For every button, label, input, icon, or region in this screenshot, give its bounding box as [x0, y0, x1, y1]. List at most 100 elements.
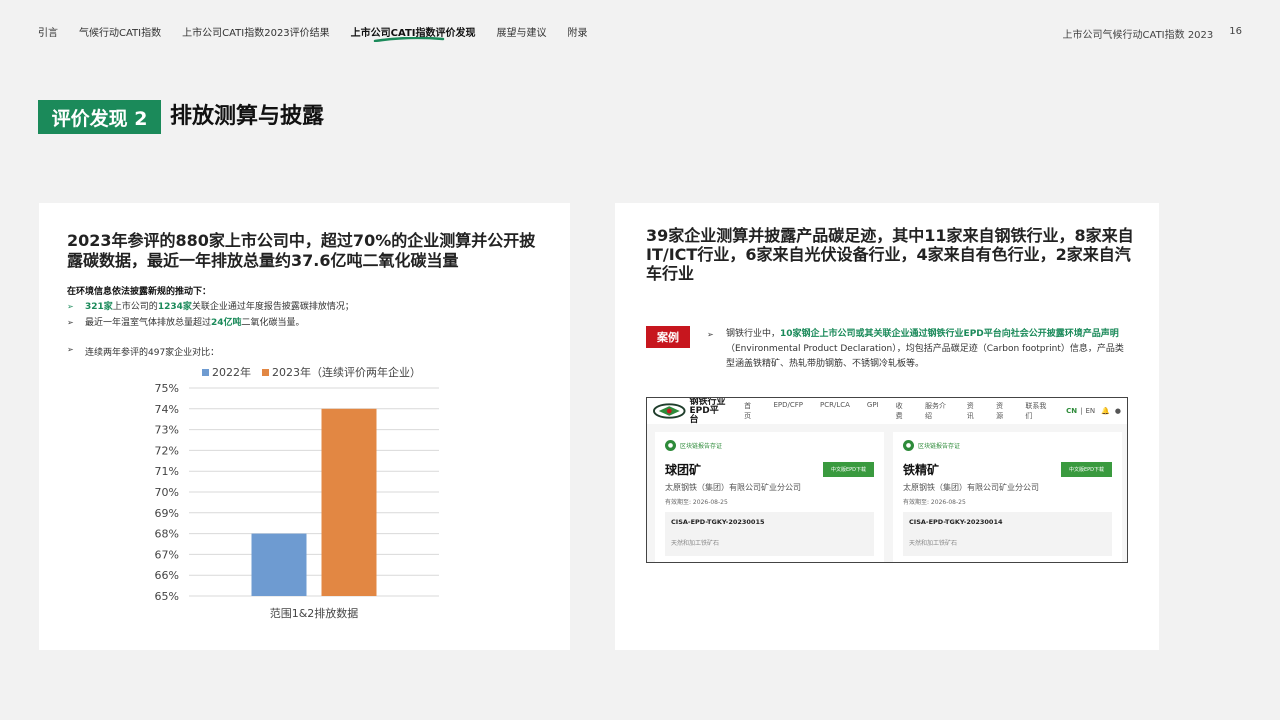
user-icon[interactable]: ● [1115, 407, 1121, 415]
epd-menu-item[interactable]: 资源 [996, 401, 1008, 421]
epd-lang-switch: CN | EN [1066, 407, 1095, 415]
case-tail: （Environmental Product Declaration），均包括产… [726, 344, 1124, 369]
epd-icons: 🔔 ● [1101, 407, 1121, 415]
epd-logo-icon [653, 403, 686, 419]
lang-cn[interactable]: CN [1066, 407, 1077, 415]
y-tick-label: 69% [155, 507, 179, 520]
epd-menu-item[interactable]: 资讯 [967, 401, 979, 421]
nav-item-appendix[interactable]: 附录 [568, 24, 588, 39]
bullet-text: 最近一年温室气体排放总量超过 [85, 318, 212, 328]
epd-menu-item[interactable]: PCR/LCA [820, 401, 850, 421]
card-head: 铁精矿 中文版EPD下载 [903, 461, 1112, 478]
legend-label: 2022年 [212, 365, 251, 379]
y-tick-label: 68% [155, 528, 179, 541]
chain-badge: ● 区块链报告存证 [665, 440, 874, 451]
product-type: 天然和加工铁矿石 [671, 540, 720, 547]
epd-code: CISA-EPD-TGKY-20230015 [671, 518, 765, 526]
bar [321, 408, 377, 596]
epd-menu-item[interactable]: 联系我们 [1025, 401, 1050, 421]
bell-icon[interactable]: 🔔 [1101, 407, 1110, 415]
chain-icon: ● [665, 440, 676, 451]
company-name: 太原钢铁（集团）有限公司矿业分公司 [903, 483, 1039, 492]
legend-swatch [202, 369, 209, 376]
chain-label: 区块链报告存证 [918, 443, 961, 450]
valid-until: 有效期至: 2026-08-25 [903, 499, 966, 506]
lang-en[interactable]: EN [1086, 407, 1096, 415]
epd-menu-item[interactable]: EPD/CFP [773, 401, 803, 421]
epd-menu-item[interactable]: GPI [867, 401, 879, 421]
page-title: 排放测算与披露 [170, 104, 325, 129]
epd-logo-line2: EPD平台 [689, 405, 719, 425]
y-tick-label: 70% [155, 486, 179, 499]
legend-label: 2023年（连续评价两年企业） [272, 365, 421, 379]
y-tick-label: 72% [155, 444, 179, 457]
section-badge: 评价发现 2 [38, 100, 161, 134]
y-tick-label: 71% [155, 465, 179, 478]
bullet-text: 关联企业通过年度报告披露碳排放情况； [191, 302, 354, 312]
x-category-label: 范围1&2排放数据 [270, 606, 359, 620]
company-count: 321家 [85, 302, 113, 312]
report-title: 上市公司气候行动CATI指数 2023 [1062, 30, 1214, 41]
y-tick-label: 65% [155, 590, 179, 603]
emission-total: 24亿吨 [211, 318, 242, 328]
arrow-icon: ➢ [67, 318, 74, 327]
epd-menu-item[interactable]: 首页 [744, 401, 756, 421]
epd-menu-item[interactable]: 收费 [896, 401, 908, 421]
legend-swatch [262, 369, 269, 376]
nav-item-cati-index[interactable]: 气候行动CATI指数 [79, 24, 161, 39]
right-headline: 39家企业测算并披露产品碳足迹，其中11家来自钢铁行业，8家来自IT/ICT行业… [646, 226, 1134, 283]
compare-label: ➢ 连续两年参评的497家企业对比： [67, 345, 219, 358]
code-box: CISA-EPD-TGKY-20230014 天然和加工铁矿石 [903, 512, 1112, 556]
case-text: ➢ 钢铁行业中，10家钢企上市公司或其关联企业通过钢铁行业EPD平台向社会公开披… [707, 327, 1129, 372]
y-tick-label: 73% [155, 424, 179, 437]
bar [251, 533, 307, 596]
y-tick-label: 74% [155, 403, 179, 416]
compare-text: 连续两年参评的497家企业对比： [85, 348, 220, 358]
epd-menu-item[interactable]: 服务介绍 [925, 401, 950, 421]
epd-platform-screenshot: 钢铁行业 EPD平台 首页 EPD/CFP PCR/LCA GPI 收费 服务介… [646, 397, 1128, 563]
bullet-list: ➢ 321家 上市公司的 1234家 关联企业通过年度报告披露碳排放情况； ➢ … [67, 299, 354, 331]
epd-navbar: 钢铁行业 EPD平台 首页 EPD/CFP PCR/LCA GPI 收费 服务介… [647, 398, 1127, 424]
chain-icon: ● [903, 440, 914, 451]
epd-card: ● 区块链报告存证 球团矿 中文版EPD下载 太原钢铁（集团）有限公司矿业分公司 … [655, 432, 884, 562]
case-body: 钢铁行业中，10家钢企上市公司或其关联企业通过钢铁行业EPD平台向社会公开披露环… [726, 327, 1129, 372]
active-underline [373, 37, 444, 42]
bullet-item: ➢ 最近一年温室气体排放总量超过 24亿吨 二氧化碳当量。 [67, 315, 354, 331]
download-epd-button[interactable]: 中文版EPD下载 [822, 462, 874, 477]
code-box: CISA-EPD-TGKY-20230015 天然和加工铁矿石 [665, 512, 874, 556]
arrow-icon: ➢ [67, 345, 74, 354]
arrow-icon: ➢ [67, 302, 74, 311]
epd-code: CISA-EPD-TGKY-20230014 [909, 518, 1003, 526]
bullet-text: 二氧化碳当量。 [241, 318, 305, 328]
nav-item-outlook[interactable]: 展望与建议 [497, 24, 547, 39]
epd-logo-text: 钢铁行业 EPD平台 [690, 398, 727, 425]
valid-until: 有效期至: 2026-08-25 [665, 499, 728, 506]
product-name: 铁精矿 [903, 463, 940, 477]
case-pre: 钢铁行业中， [726, 329, 781, 339]
context-label: 在环境信息依法披露新规的推动下： [67, 287, 212, 297]
lang-separator: | [1080, 407, 1083, 415]
bar-chart: 65% 66% 67% 68% 69% 70% 71% 72% 73% 74% 75% 范围1&2排放… [155, 365, 439, 620]
arrow-icon: ➢ [707, 330, 714, 339]
y-tick-label: 67% [155, 548, 179, 561]
nav-item-intro[interactable]: 引言 [38, 24, 58, 39]
company-name: 太原钢铁（集团）有限公司矿业分公司 [665, 483, 801, 492]
page-number: 16 [1229, 26, 1242, 37]
case-badge: 案例 [646, 326, 690, 348]
right-panel: 39家企业测算并披露产品碳足迹，其中11家来自钢铁行业，8家来自IT/ICT行业… [615, 203, 1159, 650]
chain-label: 区块链报告存证 [680, 443, 723, 450]
case-highlight: 10家钢企上市公司或其关联企业通过钢铁行业EPD平台向社会公开披露环境产品声明 [780, 329, 1119, 339]
y-tick-label: 75% [155, 382, 179, 395]
epd-logo: 钢铁行业 EPD平台 [653, 398, 726, 425]
nav-item-results[interactable]: 上市公司CATI指数2023评价结果 [182, 24, 330, 39]
chain-badge: ● 区块链报告存证 [903, 440, 1112, 451]
epd-card: ● 区块链报告存证 铁精矿 中文版EPD下载 太原钢铁（集团）有限公司矿业分公司 … [893, 432, 1122, 562]
product-type: 天然和加工铁矿石 [909, 540, 958, 547]
header-right: 上市公司气候行动CATI指数 2023 16 [1063, 26, 1242, 41]
left-headline: 2023年参评的880家上市公司中，超过70%的企业测算并公开披露碳数据，最近一… [67, 231, 536, 270]
bullet-text: 上市公司的 [112, 302, 158, 312]
nav-item-findings[interactable]: 上市公司CATI指数评价发现 [351, 24, 476, 42]
epd-menu: 首页 EPD/CFP PCR/LCA GPI 收费 服务介绍 资讯 资源 联系我… [744, 401, 1050, 421]
affiliate-count: 1234家 [157, 302, 192, 312]
download-epd-button[interactable]: 中文版EPD下载 [1060, 462, 1112, 477]
